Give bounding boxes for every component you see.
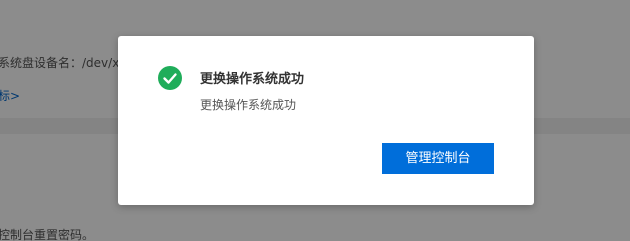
check-circle-icon	[158, 66, 182, 90]
page: 系统盘设备名：/dev/xv 标> 控制台重置密码。 更换操作系统成功 更换操作…	[0, 0, 630, 241]
dialog-message: 更换操作系统成功	[200, 98, 297, 112]
dialog-title: 更换操作系统成功	[200, 72, 305, 87]
manage-console-button[interactable]: 管理控制台	[382, 143, 494, 174]
success-dialog: 更换操作系统成功 更换操作系统成功 管理控制台	[118, 36, 534, 205]
